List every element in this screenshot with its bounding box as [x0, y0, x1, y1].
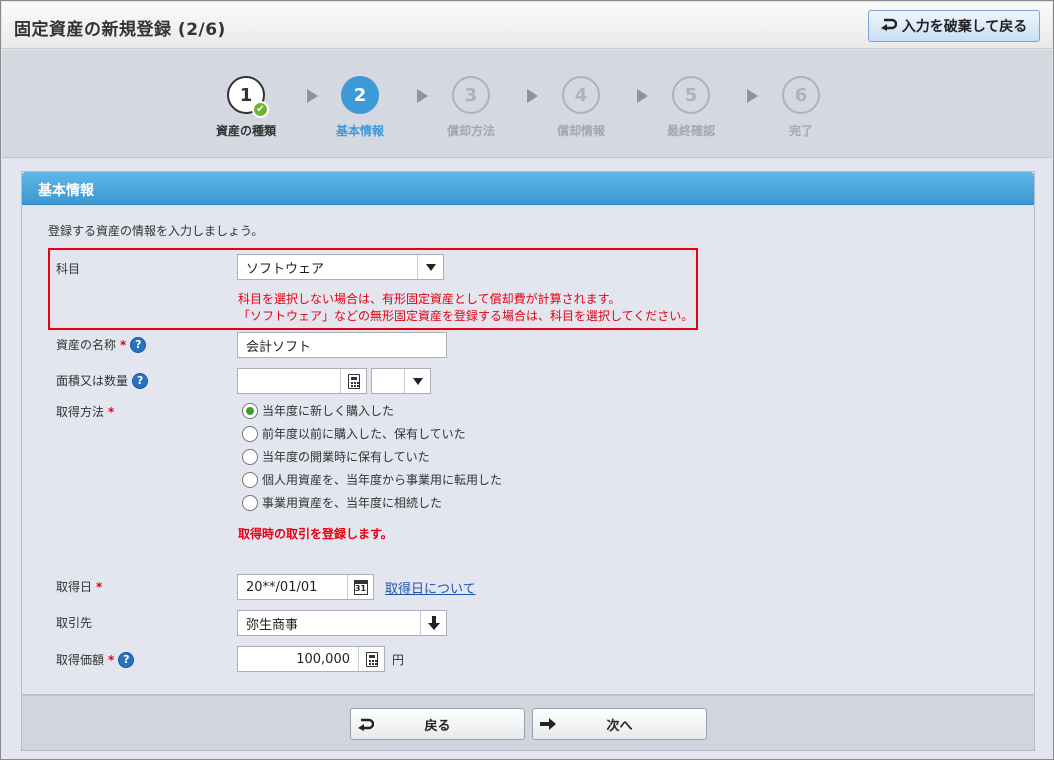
radio-button[interactable] — [242, 402, 258, 419]
method-option-4[interactable]: 事業用資産を、当年度に相続した — [242, 494, 442, 511]
step-1: 1 ✔ 資産の種類 — [201, 76, 291, 139]
partner-label: 取引先 — [56, 616, 93, 630]
step-circle: 3 — [452, 76, 490, 114]
radio-button[interactable] — [242, 425, 258, 442]
step-circle: 4 — [562, 76, 600, 114]
step-circle: 5 — [672, 76, 710, 114]
method-option-1[interactable]: 前年度以前に購入した、保有していた — [242, 425, 466, 442]
price-label: 取得価額 * ? — [56, 651, 135, 668]
step-label: 基本情報 — [335, 124, 384, 138]
account-select[interactable]: ソフトウェア — [237, 254, 444, 280]
quantity-label: 面積又は数量 ? — [56, 372, 149, 389]
return-icon — [880, 17, 897, 35]
partner-select[interactable]: 弥生商事 — [237, 610, 447, 636]
step-label: 償却方法 — [446, 124, 495, 138]
arrow-right-icon — [533, 718, 563, 730]
step-circle: 1 ✔ — [227, 76, 269, 118]
arrow-down-icon[interactable] — [420, 611, 446, 635]
step-circle: 6 — [782, 76, 820, 114]
panel-title: 基本情報 — [22, 172, 1034, 205]
step-circle: 2 — [341, 76, 379, 114]
step-label: 資産の種類 — [215, 124, 276, 138]
return-icon — [351, 717, 381, 731]
title-bar: 固定資産の新規登録 (2/6) 入力を破棄して戻る — [2, 2, 1052, 49]
footer-bar: 戻る 次へ — [21, 695, 1035, 751]
step-5: 5 最終確認 — [646, 76, 736, 139]
unit-select[interactable] — [371, 368, 431, 394]
quantity-field[interactable] — [237, 368, 367, 394]
asset-name-value: 会計ソフト — [246, 339, 312, 355]
radio-button[interactable] — [242, 494, 258, 511]
app-window: 固定資産の新規登録 (2/6) 入力を破棄して戻る 1 ✔ 資産の種類 2 基本情… — [0, 0, 1054, 760]
radio-button[interactable] — [242, 471, 258, 488]
method-option-2[interactable]: 当年度の開業時に保有していた — [242, 448, 430, 465]
intro-text: 登録する資産の情報を入力しましょう。 — [48, 224, 264, 238]
account-label: 科目 — [56, 262, 81, 276]
asset-name-label: 資産の名称 * ? — [56, 336, 147, 353]
discard-button-label: 入力を破棄して戻る — [901, 19, 1028, 35]
method-option-0[interactable]: 当年度に新しく購入した — [242, 402, 394, 419]
step-label: 最終確認 — [666, 124, 715, 138]
step-4: 4 償却情報 — [536, 76, 626, 139]
help-icon[interactable]: ? — [130, 336, 147, 353]
step-6: 6 完了 — [756, 76, 846, 139]
calendar-icon[interactable]: 31 — [347, 575, 373, 599]
account-warning-2: 「ソフトウェア」などの無形固定資産を登録する場合は、科目を選択してください。 — [238, 309, 694, 323]
step-label: 完了 — [788, 124, 813, 138]
next-button[interactable]: 次へ — [532, 708, 707, 740]
calculator-icon[interactable] — [358, 647, 384, 671]
wizard-steps: 1 ✔ 資産の種類 2 基本情報 3 償却方法 4 償却情報 5 最終確認 6 完… — [2, 50, 1052, 158]
help-icon[interactable]: ? — [118, 651, 135, 668]
account-warning-1: 科目を選択しない場合は、有形固定資産として償却費が計算されます。 — [238, 292, 621, 306]
method-option-3[interactable]: 個人用資産を、当年度から事業用に転用した — [242, 471, 502, 488]
account-select-value: ソフトウェア — [246, 261, 325, 277]
chevron-down-icon[interactable] — [417, 255, 443, 279]
acq-date-help-link[interactable]: 取得日について — [385, 578, 476, 597]
price-value: 100,000 — [296, 651, 350, 667]
page-title: 固定資産の新規登録 (2/6) — [14, 20, 226, 40]
help-icon[interactable]: ? — [132, 372, 149, 389]
price-unit: 円 — [392, 653, 405, 667]
radio-button[interactable] — [242, 448, 258, 465]
step-label: 償却情報 — [556, 124, 605, 138]
step-3: 3 償却方法 — [426, 76, 516, 139]
next-button-label: 次へ — [606, 718, 633, 734]
calculator-icon[interactable] — [340, 369, 366, 393]
check-icon: ✔ — [252, 101, 269, 118]
acq-date-label: 取得日 * — [56, 579, 103, 595]
back-button[interactable]: 戻る — [350, 708, 525, 740]
chevron-down-icon[interactable] — [404, 369, 430, 393]
acq-date-value: 20**/01/01 — [246, 579, 318, 595]
method-label: 取得方法 * — [56, 404, 115, 420]
price-field[interactable]: 100,000 — [237, 646, 385, 672]
back-button-label: 戻る — [424, 718, 451, 734]
discard-button[interactable]: 入力を破棄して戻る — [868, 10, 1040, 42]
partner-select-value: 弥生商事 — [246, 617, 299, 633]
method-note: 取得時の取引を登録します。 — [238, 527, 393, 541]
basic-info-panel: 基本情報 登録する資産の情報を入力しましょう。 科目 ソフトウェア 科目を選択し… — [21, 171, 1035, 695]
acq-date-field[interactable]: 20**/01/01 31 — [237, 574, 374, 600]
asset-name-field[interactable]: 会計ソフト — [237, 332, 447, 358]
step-2: 2 基本情報 — [315, 76, 405, 139]
